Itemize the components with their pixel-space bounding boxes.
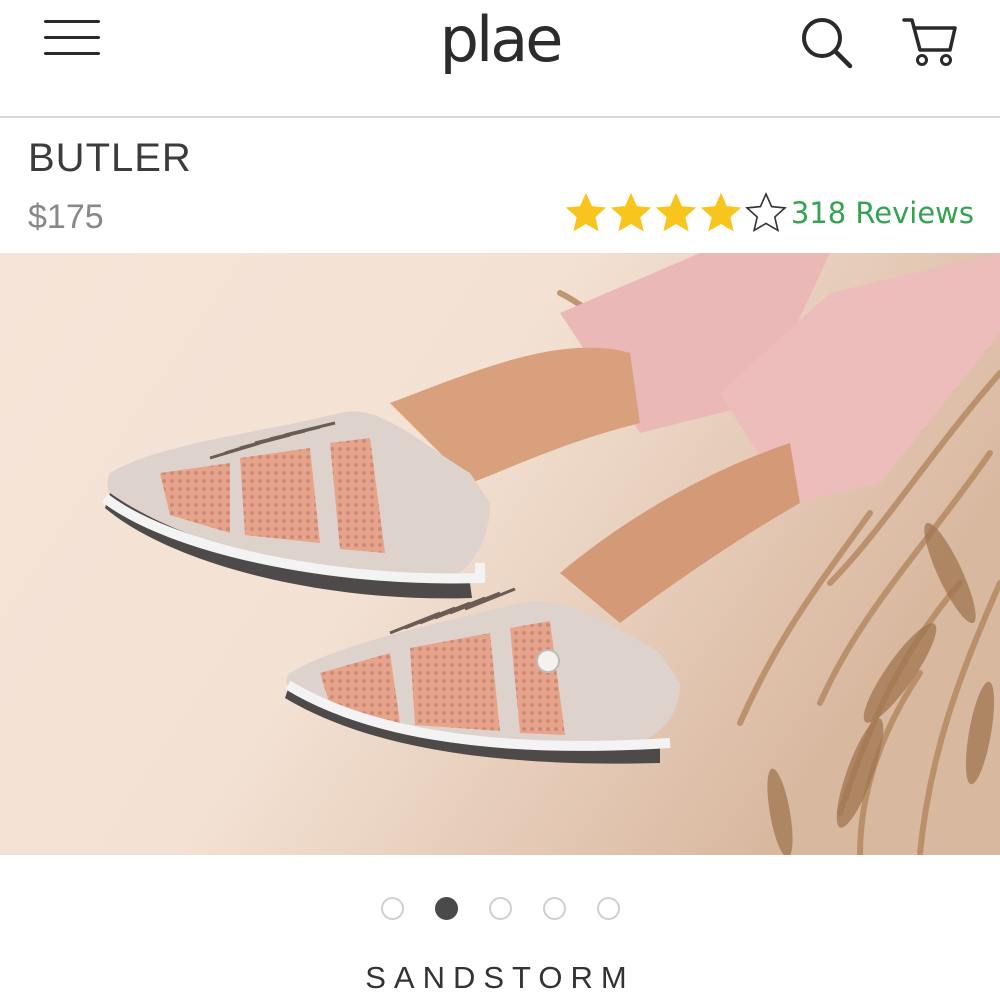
reviews-link[interactable]: 318 Reviews xyxy=(791,196,974,230)
star-filled-icon xyxy=(565,192,607,232)
cart-icon[interactable] xyxy=(900,14,960,70)
carousel-dot[interactable] xyxy=(596,896,620,920)
product-title: BUTLER xyxy=(28,136,192,180)
rating-stars xyxy=(564,191,789,235)
carousel-dots xyxy=(0,893,1000,923)
carousel-dot[interactable] xyxy=(542,896,566,920)
carousel-dot[interactable] xyxy=(488,896,512,920)
color-name: SANDSTORM xyxy=(365,960,635,995)
product-image[interactable] xyxy=(0,253,1000,855)
carousel-dot[interactable] xyxy=(380,896,404,920)
search-icon[interactable] xyxy=(798,14,856,70)
product-rating[interactable]: 318 Reviews xyxy=(564,190,974,236)
star-filled-icon xyxy=(610,192,652,232)
product-price: $175 xyxy=(28,198,104,236)
carousel-dot[interactable] xyxy=(434,896,458,920)
star-filled-icon xyxy=(655,192,697,232)
star-empty-icon xyxy=(744,192,787,233)
header-divider xyxy=(0,116,1000,118)
star-filled-icon xyxy=(700,192,742,232)
site-header: plae xyxy=(0,0,1000,118)
